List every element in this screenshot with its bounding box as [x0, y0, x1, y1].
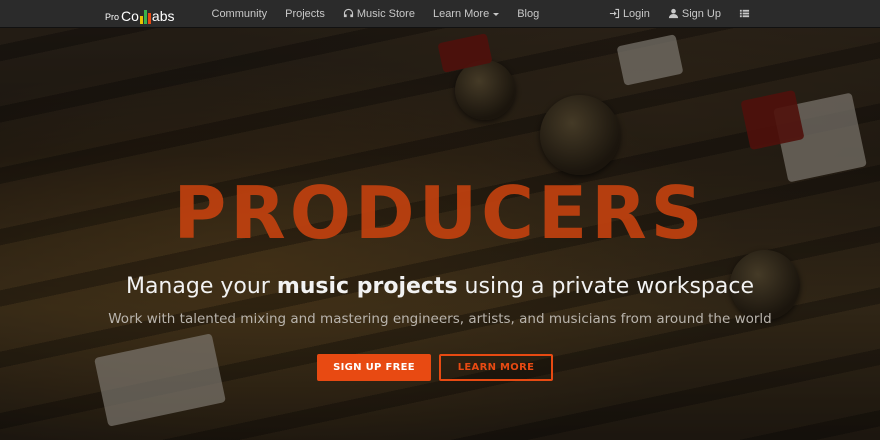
nav-signup-label: Sign Up: [681, 7, 721, 20]
login-icon: [609, 8, 620, 19]
logo-co: Co: [121, 7, 139, 24]
headphones-icon: [343, 8, 353, 18]
nav-music-store-label: Music Store: [356, 7, 415, 20]
logo-pro: Pro: [105, 11, 120, 22]
page: Pro Co abs Community Projects Music Stor…: [0, 0, 880, 440]
hero-title: PRODUCERS: [173, 171, 707, 255]
nav-music-store[interactable]: Music Store: [334, 8, 424, 20]
nav-menu[interactable]: [730, 8, 762, 20]
nav-account: Login Sign Up: [600, 8, 762, 20]
user-icon: [668, 8, 678, 19]
nav-blog-label: Blog: [517, 7, 540, 20]
learn-more-button[interactable]: LEARN MORE: [439, 354, 553, 381]
caret-down-icon: [493, 12, 500, 16]
hero-subline: Work with talented mixing and mastering …: [108, 311, 772, 327]
nav-links: Community Projects Music Store Learn Mor…: [203, 8, 549, 20]
nav-blog[interactable]: Blog: [508, 8, 548, 20]
nav-login-label: Login: [622, 7, 650, 20]
top-navbar: Pro Co abs Community Projects Music Stor…: [0, 0, 880, 28]
tagline-bold: music projects: [276, 274, 458, 299]
tagline-pre: Manage your: [125, 274, 277, 299]
logo-abs: abs: [151, 7, 175, 24]
procollabs-logo[interactable]: Pro Co abs: [105, 4, 175, 24]
nav-signup[interactable]: Sign Up: [659, 8, 730, 20]
nav-learn-more-label: Learn More: [432, 7, 490, 20]
list-menu-icon: [739, 9, 750, 18]
hero-tagline: Manage your music projects using a priva…: [0, 272, 880, 302]
nav-projects-label: Projects: [285, 7, 325, 20]
nav-login[interactable]: Login: [600, 8, 659, 20]
nav-community-label: Community: [211, 7, 268, 20]
nav-projects[interactable]: Projects: [276, 8, 334, 20]
nav-community[interactable]: Community: [203, 8, 277, 20]
sign-up-free-button[interactable]: SIGN UP FREE: [317, 354, 431, 381]
tagline-post: using a private workspace: [457, 274, 755, 299]
nav-learn-more[interactable]: Learn More: [424, 8, 508, 20]
logo-level-meter-icon: [139, 9, 151, 24]
